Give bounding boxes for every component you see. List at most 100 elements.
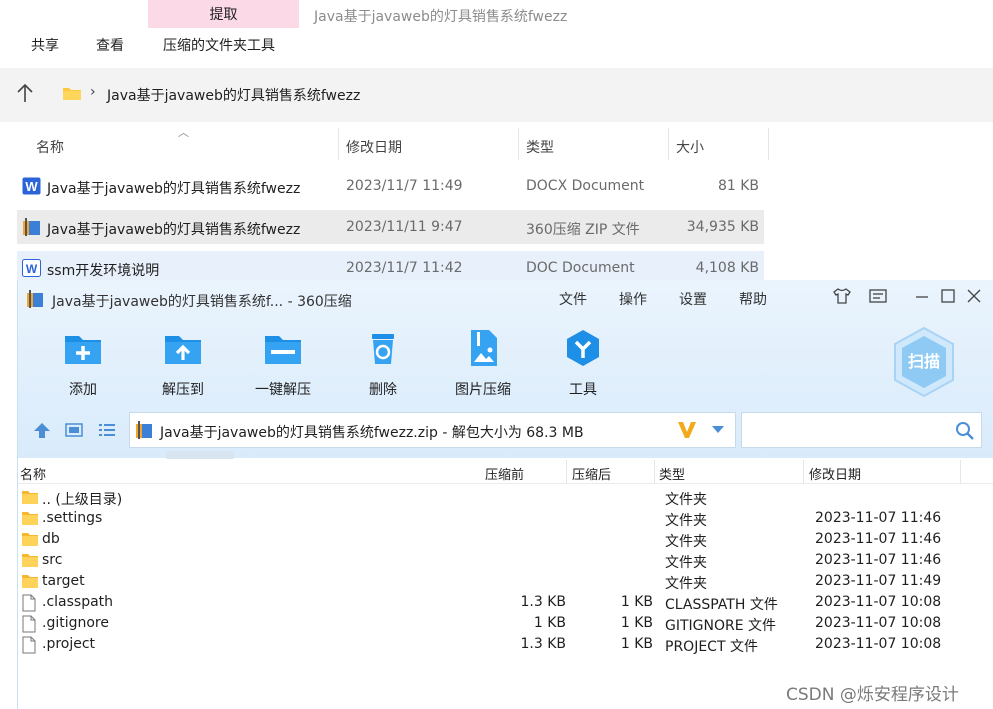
archive-path-field[interactable]: Java基于javaweb的灯具销售系统fwezz.zip - 解包大小为 68… — [129, 412, 736, 448]
col-divider[interactable] — [803, 460, 804, 484]
col-divider[interactable] — [960, 460, 961, 484]
tool-label: 解压到 — [162, 382, 204, 398]
zip-list-header: 名称 压缩前 压缩后 类型 修改日期 — [18, 460, 993, 484]
col-divider[interactable] — [566, 460, 567, 484]
entry-date: 2023-11-07 11:49 — [815, 573, 942, 589]
delete-button[interactable]: 删除 — [333, 328, 433, 398]
col-divider[interactable] — [668, 128, 669, 160]
menu-settings[interactable]: 设置 — [679, 289, 707, 309]
folder-icon — [21, 552, 39, 569]
zip-entry-row[interactable]: .. (上级目录) 文件夹 — [18, 487, 993, 508]
entry-after-size: 1 KB — [620, 594, 653, 610]
col-before-size[interactable]: 压缩前 — [485, 464, 524, 483]
minimize-icon[interactable] — [912, 286, 932, 306]
tool-label: 工具 — [569, 382, 597, 398]
file-row[interactable]: Java基于javaweb的灯具销售系统fwezz 2023/11/11 9:4… — [17, 210, 764, 244]
watermark: CSDN @烁安程序设计 — [786, 685, 959, 705]
menu-operation[interactable]: 操作 — [619, 289, 647, 309]
folder-icon — [21, 573, 39, 590]
folder-icon — [21, 510, 39, 527]
entry-date: 2023-11-07 10:08 — [815, 636, 942, 652]
entry-type: 文件夹 — [665, 534, 707, 550]
path-row: Java基于javaweb的灯具销售系统fwezz.zip - 解包大小为 68… — [18, 410, 993, 450]
extract-to-button[interactable]: 解压到 — [133, 328, 233, 398]
window-title: Java基于javaweb的灯具销售系统fwezz — [314, 9, 568, 25]
one-click-extract-button[interactable]: 一键解压 — [233, 328, 333, 398]
maximize-icon[interactable] — [938, 286, 958, 306]
col-divider[interactable] — [768, 128, 769, 160]
tab-extract[interactable]: 提取 — [148, 0, 299, 28]
tools-icon — [567, 330, 599, 366]
zip-entry-row[interactable]: src 文件夹 2023-11-07 11:46 — [18, 550, 993, 571]
image-compress-button[interactable]: 图片压缩 — [433, 328, 533, 398]
entry-name: db — [42, 531, 60, 547]
file-date: 2023/11/7 11:42 — [346, 260, 463, 276]
menu-help[interactable]: 帮助 — [739, 289, 767, 309]
zip-entry-row[interactable]: target 文件夹 2023-11-07 11:49 — [18, 571, 993, 592]
col-name[interactable]: 名称 — [20, 464, 46, 483]
entry-name: target — [42, 573, 85, 589]
file-type: DOCX Document — [526, 178, 645, 194]
breadcrumb[interactable]: Java基于javaweb的灯具销售系统fwezz — [107, 85, 360, 105]
entry-type: 文件夹 — [665, 492, 707, 508]
col-divider[interactable] — [654, 460, 655, 484]
col-after-size[interactable]: 压缩后 — [572, 464, 611, 483]
menu-file[interactable]: 文件 — [559, 289, 587, 309]
file-row[interactable]: W Java基于javaweb的灯具销售系统fwezz 2023/11/7 11… — [17, 169, 764, 203]
feedback-icon[interactable] — [868, 286, 888, 306]
sort-caret-icon: ︿ — [178, 126, 189, 139]
archive-path-text: Java基于javaweb的灯具销售系统fwezz.zip - 解包大小为 68… — [160, 425, 584, 441]
up-level-icon[interactable] — [32, 421, 52, 439]
horizontal-scrollbar-thumb[interactable] — [166, 451, 234, 459]
scan-button[interactable]: 扫描 — [891, 326, 957, 398]
add-button[interactable]: 添加 — [33, 328, 133, 398]
tool-label: 添加 — [69, 382, 97, 398]
search-icon[interactable] — [955, 421, 975, 441]
zip-entry-row[interactable]: .project 1.3 KB 1 KB PROJECT 文件 2023-11-07 1… — [18, 634, 993, 655]
col-type[interactable]: 类型 — [659, 464, 685, 483]
chevron-down-icon[interactable] — [710, 421, 726, 437]
menu-view[interactable]: 查看 — [96, 35, 124, 55]
skin-shirt-icon[interactable] — [832, 286, 852, 306]
zip-app-icon — [26, 290, 44, 308]
entry-type: 文件夹 — [665, 555, 707, 571]
up-arrow-icon[interactable] — [15, 82, 35, 106]
one-click-extract-icon — [265, 336, 301, 364]
entry-date: 2023-11-07 11:46 — [815, 531, 942, 547]
menu-compressed-folder-tools[interactable]: 压缩的文件夹工具 — [163, 35, 275, 55]
file-type: 360压缩 ZIP 文件 — [526, 222, 640, 238]
svg-text:W: W — [25, 179, 38, 194]
zip-window: Java基于javaweb的灯具销售系统f... - 360压缩 文件 操作 设… — [17, 280, 993, 709]
col-type[interactable]: 类型 — [526, 137, 554, 157]
close-icon[interactable] — [964, 286, 984, 306]
zip-window-title: Java基于javaweb的灯具销售系统f... - 360压缩 — [52, 294, 352, 310]
add-folder-icon — [65, 336, 101, 364]
folder-icon — [21, 531, 39, 548]
entry-name: .gitignore — [42, 615, 109, 631]
entry-date: 2023-11-07 10:08 — [815, 615, 942, 631]
zip-entry-row[interactable]: .gitignore 1 KB 1 KB GITIGNORE 文件 2023-11-07… — [18, 613, 993, 634]
svg-text:W: W — [26, 262, 38, 276]
col-divider[interactable] — [518, 128, 519, 160]
file-date: 2023/11/7 11:49 — [346, 178, 463, 194]
zip-entry-row[interactable]: .classpath 1.3 KB 1 KB CLASSPATH 文件 2023-11-… — [18, 592, 993, 613]
folder-icon — [62, 85, 82, 105]
menu-share[interactable]: 共享 — [31, 35, 59, 55]
zip-entry-row[interactable]: .settings 文件夹 2023-11-07 11:46 — [18, 508, 993, 529]
tool-label: 图片压缩 — [455, 382, 511, 398]
view-list-icon[interactable] — [97, 421, 117, 439]
chevron-right-icon: › — [90, 84, 96, 100]
entry-type: 文件夹 — [665, 576, 707, 592]
view-thumbnail-icon[interactable] — [64, 421, 84, 439]
col-date[interactable]: 修改日期 — [809, 464, 861, 483]
zip-entry-row[interactable]: db 文件夹 2023-11-07 11:46 — [18, 529, 993, 550]
col-name[interactable]: 名称 — [36, 137, 64, 157]
v-logo-icon[interactable] — [676, 419, 698, 441]
col-divider[interactable] — [338, 128, 339, 160]
col-size[interactable]: 大小 — [676, 137, 704, 157]
col-date[interactable]: 修改日期 — [346, 137, 402, 157]
entry-date: 2023-11-07 10:08 — [815, 594, 942, 610]
tools-button[interactable]: 工具 — [533, 328, 633, 398]
search-input[interactable] — [741, 412, 982, 448]
entry-after-size: 1 KB — [620, 615, 653, 631]
